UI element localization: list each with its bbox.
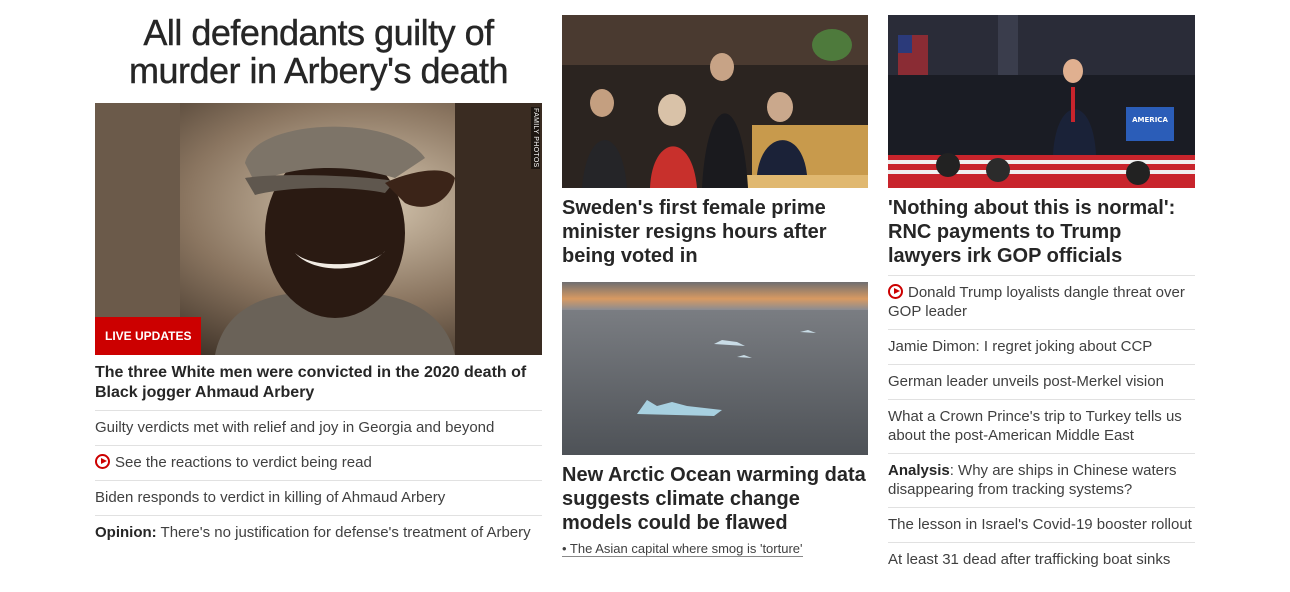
- opinion-label: Opinion:: [95, 524, 157, 541]
- list-item[interactable]: See the reactions to verdict being read: [95, 445, 542, 480]
- list-item[interactable]: German leader unveils post-Merkel vision: [888, 364, 1195, 399]
- more-stories-list: Donald Trump loyalists dangle threat ove…: [888, 275, 1195, 577]
- arctic-photo: [562, 282, 868, 455]
- rnc-headline[interactable]: 'Nothing about this is normal': RNC paym…: [888, 196, 1195, 268]
- analysis-label: Analysis: [888, 462, 950, 479]
- lead-headline[interactable]: The three White men were convicted in th…: [95, 363, 542, 403]
- related-stories-list: Guilty verdicts met with relief and joy …: [95, 410, 542, 550]
- sweden-headline[interactable]: Sweden's first female prime minister res…: [562, 196, 868, 268]
- list-item[interactable]: The lesson in Israel's Covid-19 booster …: [888, 507, 1195, 542]
- hero-headline[interactable]: All defendants guilty of murder in Arber…: [95, 13, 542, 90]
- list-item[interactable]: At least 31 dead after trafficking boat …: [888, 542, 1195, 577]
- sweden-parliament-image[interactable]: [562, 15, 868, 188]
- list-item[interactable]: What a Crown Prince's trip to Turkey tel…: [888, 399, 1195, 453]
- arctic-headline[interactable]: New Arctic Ocean warming data suggests c…: [562, 463, 868, 535]
- play-video-icon: [95, 454, 110, 469]
- trump-rally-image[interactable]: AMERICA: [888, 15, 1195, 188]
- play-video-icon: [888, 284, 903, 299]
- list-item[interactable]: Donald Trump loyalists dangle threat ove…: [888, 275, 1195, 329]
- list-item[interactable]: Biden responds to verdict in killing of …: [95, 480, 542, 515]
- list-item[interactable]: Jamie Dimon: I regret joking about CCP: [888, 329, 1195, 364]
- parliament-photo: [562, 15, 868, 188]
- list-item[interactable]: Opinion: There's no justification for de…: [95, 515, 542, 550]
- lead-story-column: All defendants guilty of murder in Arber…: [95, 0, 542, 550]
- middle-column: Sweden's first female prime minister res…: [562, 0, 868, 558]
- live-updates-badge[interactable]: LIVE UPDATES: [95, 317, 202, 355]
- right-column: AMERICA 'Nothing about this is normal': …: [888, 0, 1195, 577]
- rally-sign-text: AMERICA: [1132, 116, 1168, 124]
- list-item[interactable]: Analysis: Why are ships in Chinese water…: [888, 453, 1195, 507]
- rally-photo: AMERICA: [888, 15, 1195, 188]
- photo-credit: FAMILY PHOTOS: [531, 107, 540, 169]
- lead-story-image[interactable]: FAMILY PHOTOS LIVE UPDATES: [95, 103, 542, 355]
- list-item[interactable]: Guilty verdicts met with relief and joy …: [95, 410, 542, 445]
- smog-story-link[interactable]: • The Asian capital where smog is 'tortu…: [562, 541, 803, 557]
- arctic-ocean-image[interactable]: [562, 282, 868, 455]
